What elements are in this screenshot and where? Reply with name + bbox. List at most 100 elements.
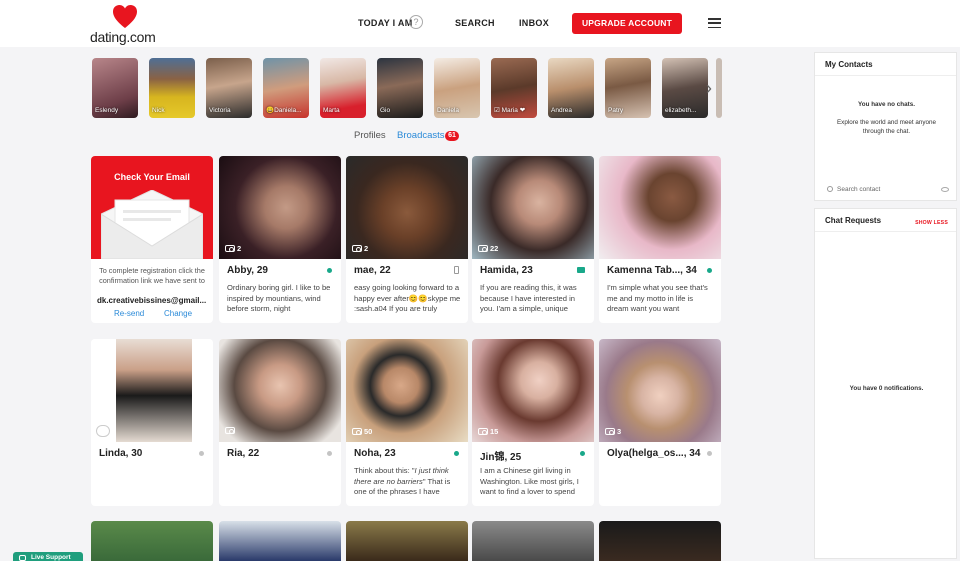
nav-today-i-am[interactable]: TODAY I AM: [358, 18, 413, 28]
profile-card[interactable]: 2 mae, 22 easy going looking forward to …: [346, 156, 468, 323]
story-name: Marta: [323, 107, 340, 114]
offline-status-dot: [707, 451, 712, 456]
profile-bio: I am a Chinese girl living in Washington…: [480, 466, 579, 496]
profile-card[interactable]: Kamenna Tab..., 34 I'm simple what you s…: [599, 156, 721, 323]
no-chats-text: You have no chats.: [858, 101, 915, 108]
divider: [815, 231, 956, 232]
eye-icon[interactable]: [941, 187, 949, 192]
story-item[interactable]: Patry: [605, 58, 651, 118]
no-notifications-text: You have 0 notifications.: [849, 385, 924, 392]
profile-photo-frame: [91, 339, 213, 442]
profile-card[interactable]: 22 Hamida, 23 If you are reading this, i…: [472, 156, 594, 323]
profile-card-partial[interactable]: [599, 521, 721, 561]
story-item[interactable]: elizabeth...: [662, 58, 708, 118]
search-contact-input[interactable]: Search contact: [837, 186, 880, 193]
profile-card-partial[interactable]: [346, 521, 468, 561]
profile-card-partial[interactable]: [219, 521, 341, 561]
profile-card[interactable]: Ria, 22: [219, 339, 341, 506]
profile-name[interactable]: Kamenna Tab..., 34: [607, 265, 697, 276]
story-item[interactable]: ☑ Maria ❤: [491, 58, 537, 118]
photo-count-badge: 15: [478, 427, 498, 436]
email-card-title: Check Your Email: [114, 172, 190, 182]
profile-card[interactable]: 2 Abby, 29 Ordinary boring girl. I like …: [219, 156, 341, 323]
envelope-icon: [101, 190, 203, 259]
offline-status-dot: [199, 451, 204, 456]
check-email-card: Check Your Email To complete registratio…: [91, 156, 213, 323]
story-name: Patry: [608, 107, 624, 114]
profile-name[interactable]: Olya(helga_os..., 34: [607, 448, 700, 459]
live-support-label: Live Support: [31, 554, 71, 561]
story-item[interactable]: Gio: [377, 58, 423, 118]
change-email-link[interactable]: Change: [164, 309, 192, 318]
camera-icon: [352, 245, 362, 252]
photo-count-badge: [225, 427, 235, 434]
profile-name[interactable]: Hamida, 23: [480, 265, 533, 276]
tab-broadcasts[interactable]: Broadcasts: [397, 130, 445, 141]
my-contacts-panel: My Contacts You have no chats. Explore t…: [814, 52, 957, 201]
logo-text: dating.com: [90, 29, 156, 45]
upgrade-account-button[interactable]: UPGRADE ACCOUNT: [572, 13, 682, 34]
story-item[interactable]: Nick: [149, 58, 195, 118]
profile-card[interactable]: 3 Olya(helga_os..., 34: [599, 339, 721, 506]
online-status-dot: [580, 451, 585, 456]
profile-name[interactable]: Abby, 29: [227, 265, 268, 276]
camera-icon: [605, 428, 615, 435]
profile-card-partial[interactable]: [91, 521, 213, 561]
profile-name[interactable]: mae, 22: [354, 265, 391, 276]
story-item[interactable]: Marta: [320, 58, 366, 118]
photo-count-badge: 3: [605, 427, 621, 436]
chevron-right-icon[interactable]: ›: [706, 78, 712, 99]
tab-profiles[interactable]: Profiles: [354, 130, 386, 141]
explore-text: Explore the world and meet anyone throug…: [836, 119, 937, 135]
camera-icon: [225, 245, 235, 252]
mobile-status-icon: [454, 266, 459, 274]
story-name: Daniela: [437, 107, 460, 114]
resend-link[interactable]: Re-send: [114, 309, 144, 318]
dating-logo[interactable]: dating.com: [90, 4, 170, 45]
contacts-title: My Contacts: [825, 60, 873, 69]
profile-name[interactable]: Jin锦, 25: [480, 448, 521, 463]
story-name: Gio: [380, 107, 391, 114]
profile-photo[interactable]: [116, 339, 192, 442]
profile-photo[interactable]: [599, 156, 721, 259]
photo-count-badge: 50: [352, 427, 372, 436]
video-call-icon[interactable]: [577, 267, 585, 273]
photo-count: 22: [490, 244, 499, 253]
chat-requests-panel: Chat Requests SHOW LESS You have 0 notif…: [814, 208, 957, 559]
story-name: Nick: [152, 107, 165, 114]
help-icon[interactable]: ?: [409, 15, 423, 29]
story-name: Andrea: [551, 107, 572, 114]
profile-name[interactable]: Linda, 30: [99, 448, 142, 459]
profile-name[interactable]: Ria, 22: [227, 448, 259, 459]
profile-bio: Ordinary boring girl. I like to be inspi…: [227, 283, 331, 313]
hamburger-menu-icon[interactable]: [708, 18, 721, 29]
profile-card[interactable]: 50 Noha, 23 Think about this: "I just th…: [346, 339, 468, 506]
nav-search[interactable]: SEARCH: [455, 18, 495, 28]
online-status-dot: [327, 268, 332, 273]
profile-bio: easy going looking forward to a happy ev…: [354, 283, 461, 313]
story-item[interactable]: Eslendy: [92, 58, 138, 118]
story-item[interactable]: 😀Daniela...: [263, 58, 309, 118]
profile-card-partial[interactable]: [472, 521, 594, 561]
email-banner: Check Your Email: [91, 156, 213, 259]
profile-name[interactable]: Noha, 23: [354, 448, 396, 459]
profile-card[interactable]: Linda, 30: [91, 339, 213, 506]
profile-bio: If you are reading this, it was because …: [480, 283, 577, 313]
photo-count: 15: [490, 427, 499, 436]
story-item[interactable]: Victoria: [206, 58, 252, 118]
broadcasts-count-badge: 61: [445, 131, 459, 141]
nav-inbox[interactable]: INBOX: [519, 18, 549, 28]
story-name: Victoria: [209, 107, 231, 114]
profile-card[interactable]: 15 Jin锦, 25 I am a Chinese girl living i…: [472, 339, 594, 506]
online-status-dot: [707, 268, 712, 273]
live-support-button[interactable]: Live Support: [13, 552, 83, 561]
search-contact-field[interactable]: Search contact: [827, 186, 949, 193]
profile-photo[interactable]: [219, 339, 341, 442]
show-less-button[interactable]: SHOW LESS: [915, 220, 948, 226]
offline-status-dot: [327, 451, 332, 456]
story-item[interactable]: Daniela: [434, 58, 480, 118]
story-name: 😀Daniela...: [266, 107, 302, 114]
photo-count: 3: [617, 427, 622, 436]
story-item-partial[interactable]: [716, 58, 722, 118]
story-item[interactable]: Andrea: [548, 58, 594, 118]
